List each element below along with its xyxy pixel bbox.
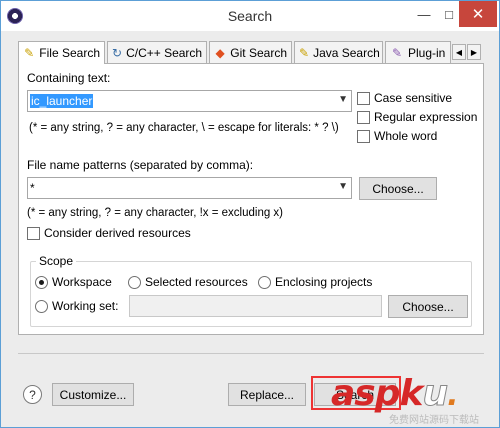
consider-derived-checkbox[interactable]: Consider derived resources bbox=[27, 226, 191, 240]
tab-label: C/C++ Search bbox=[126, 45, 203, 60]
git-search-icon: ◆ bbox=[215, 45, 225, 60]
tab-git-search[interactable]: ◆ Git Search bbox=[209, 41, 292, 63]
checkbox-label: Case sensitive bbox=[374, 91, 453, 105]
cpp-search-icon: ↻ bbox=[112, 45, 123, 60]
file-patterns-combo[interactable]: * ▼ bbox=[27, 177, 352, 199]
radio-button[interactable] bbox=[258, 275, 271, 289]
tab-cpp-search[interactable]: ↻ C/C++ Search bbox=[107, 41, 207, 63]
whole-word-checkbox[interactable]: Whole word bbox=[357, 129, 437, 143]
checkbox-box[interactable] bbox=[357, 110, 370, 124]
containing-text-label: Containing text: bbox=[27, 71, 111, 85]
close-button[interactable]: ✕ bbox=[459, 1, 497, 27]
scope-working-set-radio[interactable]: Working set: bbox=[35, 299, 118, 313]
tab-plugin-search[interactable]: ✎ Plug-in bbox=[385, 41, 451, 63]
radio-button[interactable] bbox=[35, 299, 48, 313]
radio-button[interactable] bbox=[128, 275, 141, 289]
watermark-logo-dot: . bbox=[447, 378, 458, 413]
file-patterns-hint: (* = any string, ? = any character, !x =… bbox=[27, 207, 284, 219]
working-set-choose-button[interactable]: Choose... bbox=[388, 295, 468, 318]
scope-selected-resources-radio[interactable]: Selected resources bbox=[128, 275, 248, 289]
scope-title: Scope bbox=[36, 254, 77, 268]
tab-scroll-right-icon[interactable]: ▶ bbox=[467, 44, 481, 60]
java-search-icon: ✎ bbox=[299, 45, 310, 60]
chevron-down-icon[interactable]: ▼ bbox=[338, 94, 348, 105]
help-icon[interactable]: ? bbox=[23, 385, 42, 404]
checkbox-label: Whole word bbox=[374, 129, 438, 143]
tab-label: Java Search bbox=[313, 45, 380, 60]
file-patterns-choose-button[interactable]: Choose... bbox=[359, 177, 437, 200]
footer-separator bbox=[18, 353, 484, 354]
plugin-search-icon: ✎ bbox=[391, 45, 403, 60]
checkbox-box[interactable] bbox=[357, 91, 370, 105]
window-title: Search bbox=[227, 8, 273, 24]
tab-scroll-left-icon[interactable]: ◀ bbox=[452, 44, 466, 60]
search-tabs: ✎ File Search ↻ C/C++ Search ◆ Git Searc… bbox=[18, 41, 484, 64]
watermark-logo-main: asp bbox=[331, 373, 400, 414]
checkbox-box[interactable] bbox=[27, 226, 40, 240]
radio-label: Selected resources bbox=[145, 275, 248, 289]
file-search-icon: ✎ bbox=[24, 46, 35, 60]
file-patterns-label: File name patterns (separated by comma): bbox=[27, 158, 254, 172]
watermark-logo-u: u bbox=[422, 373, 449, 415]
title-bar: Search — □ ✕ bbox=[1, 1, 499, 31]
chevron-down-icon[interactable]: ▼ bbox=[338, 181, 348, 192]
case-sensitive-checkbox[interactable]: Case sensitive bbox=[357, 91, 452, 105]
watermark-subtitle: 免费网站源码下载站 bbox=[389, 415, 479, 426]
containing-text-hint: (* = any string, ? = any character, \ = … bbox=[29, 122, 339, 134]
tab-label: Plug-in bbox=[408, 45, 446, 60]
radio-label: Enclosing projects bbox=[275, 275, 373, 289]
checkbox-label: Consider derived resources bbox=[44, 226, 191, 240]
search-dialog: Search — □ ✕ ✎ File Search ↻ C/C++ Searc… bbox=[0, 0, 500, 428]
watermark-logo: aspku. bbox=[331, 373, 459, 415]
watermark-logo-k: k bbox=[399, 373, 424, 414]
tab-label: File Search bbox=[39, 46, 100, 60]
minimize-button[interactable]: — bbox=[409, 1, 439, 27]
tab-label: Git Search bbox=[230, 45, 287, 60]
maximize-button[interactable]: □ bbox=[439, 1, 459, 27]
file-patterns-value: * bbox=[30, 181, 35, 195]
scope-workspace-radio[interactable]: Workspace bbox=[35, 275, 112, 289]
eclipse-app-icon bbox=[7, 8, 23, 24]
scope-enclosing-projects-radio[interactable]: Enclosing projects bbox=[258, 275, 372, 289]
radio-button[interactable] bbox=[35, 275, 48, 289]
working-set-field bbox=[129, 295, 382, 317]
tab-file-search[interactable]: ✎ File Search bbox=[18, 41, 105, 64]
radio-label: Working set: bbox=[52, 299, 119, 313]
tab-java-search[interactable]: ✎ Java Search bbox=[294, 41, 383, 63]
checkbox-box[interactable] bbox=[357, 129, 370, 143]
containing-text-value: ic_launcher bbox=[30, 94, 94, 108]
file-search-panel: Containing text: ic_launcher ▼ Case sens… bbox=[18, 63, 484, 335]
containing-text-combo[interactable]: ic_launcher ▼ bbox=[27, 90, 352, 112]
regular-expression-checkbox[interactable]: Regular expression bbox=[357, 110, 477, 124]
checkbox-label: Regular expression bbox=[374, 110, 478, 124]
radio-label: Workspace bbox=[52, 275, 112, 289]
replace-button[interactable]: Replace... bbox=[228, 383, 306, 406]
customize-button[interactable]: Customize... bbox=[52, 383, 134, 406]
